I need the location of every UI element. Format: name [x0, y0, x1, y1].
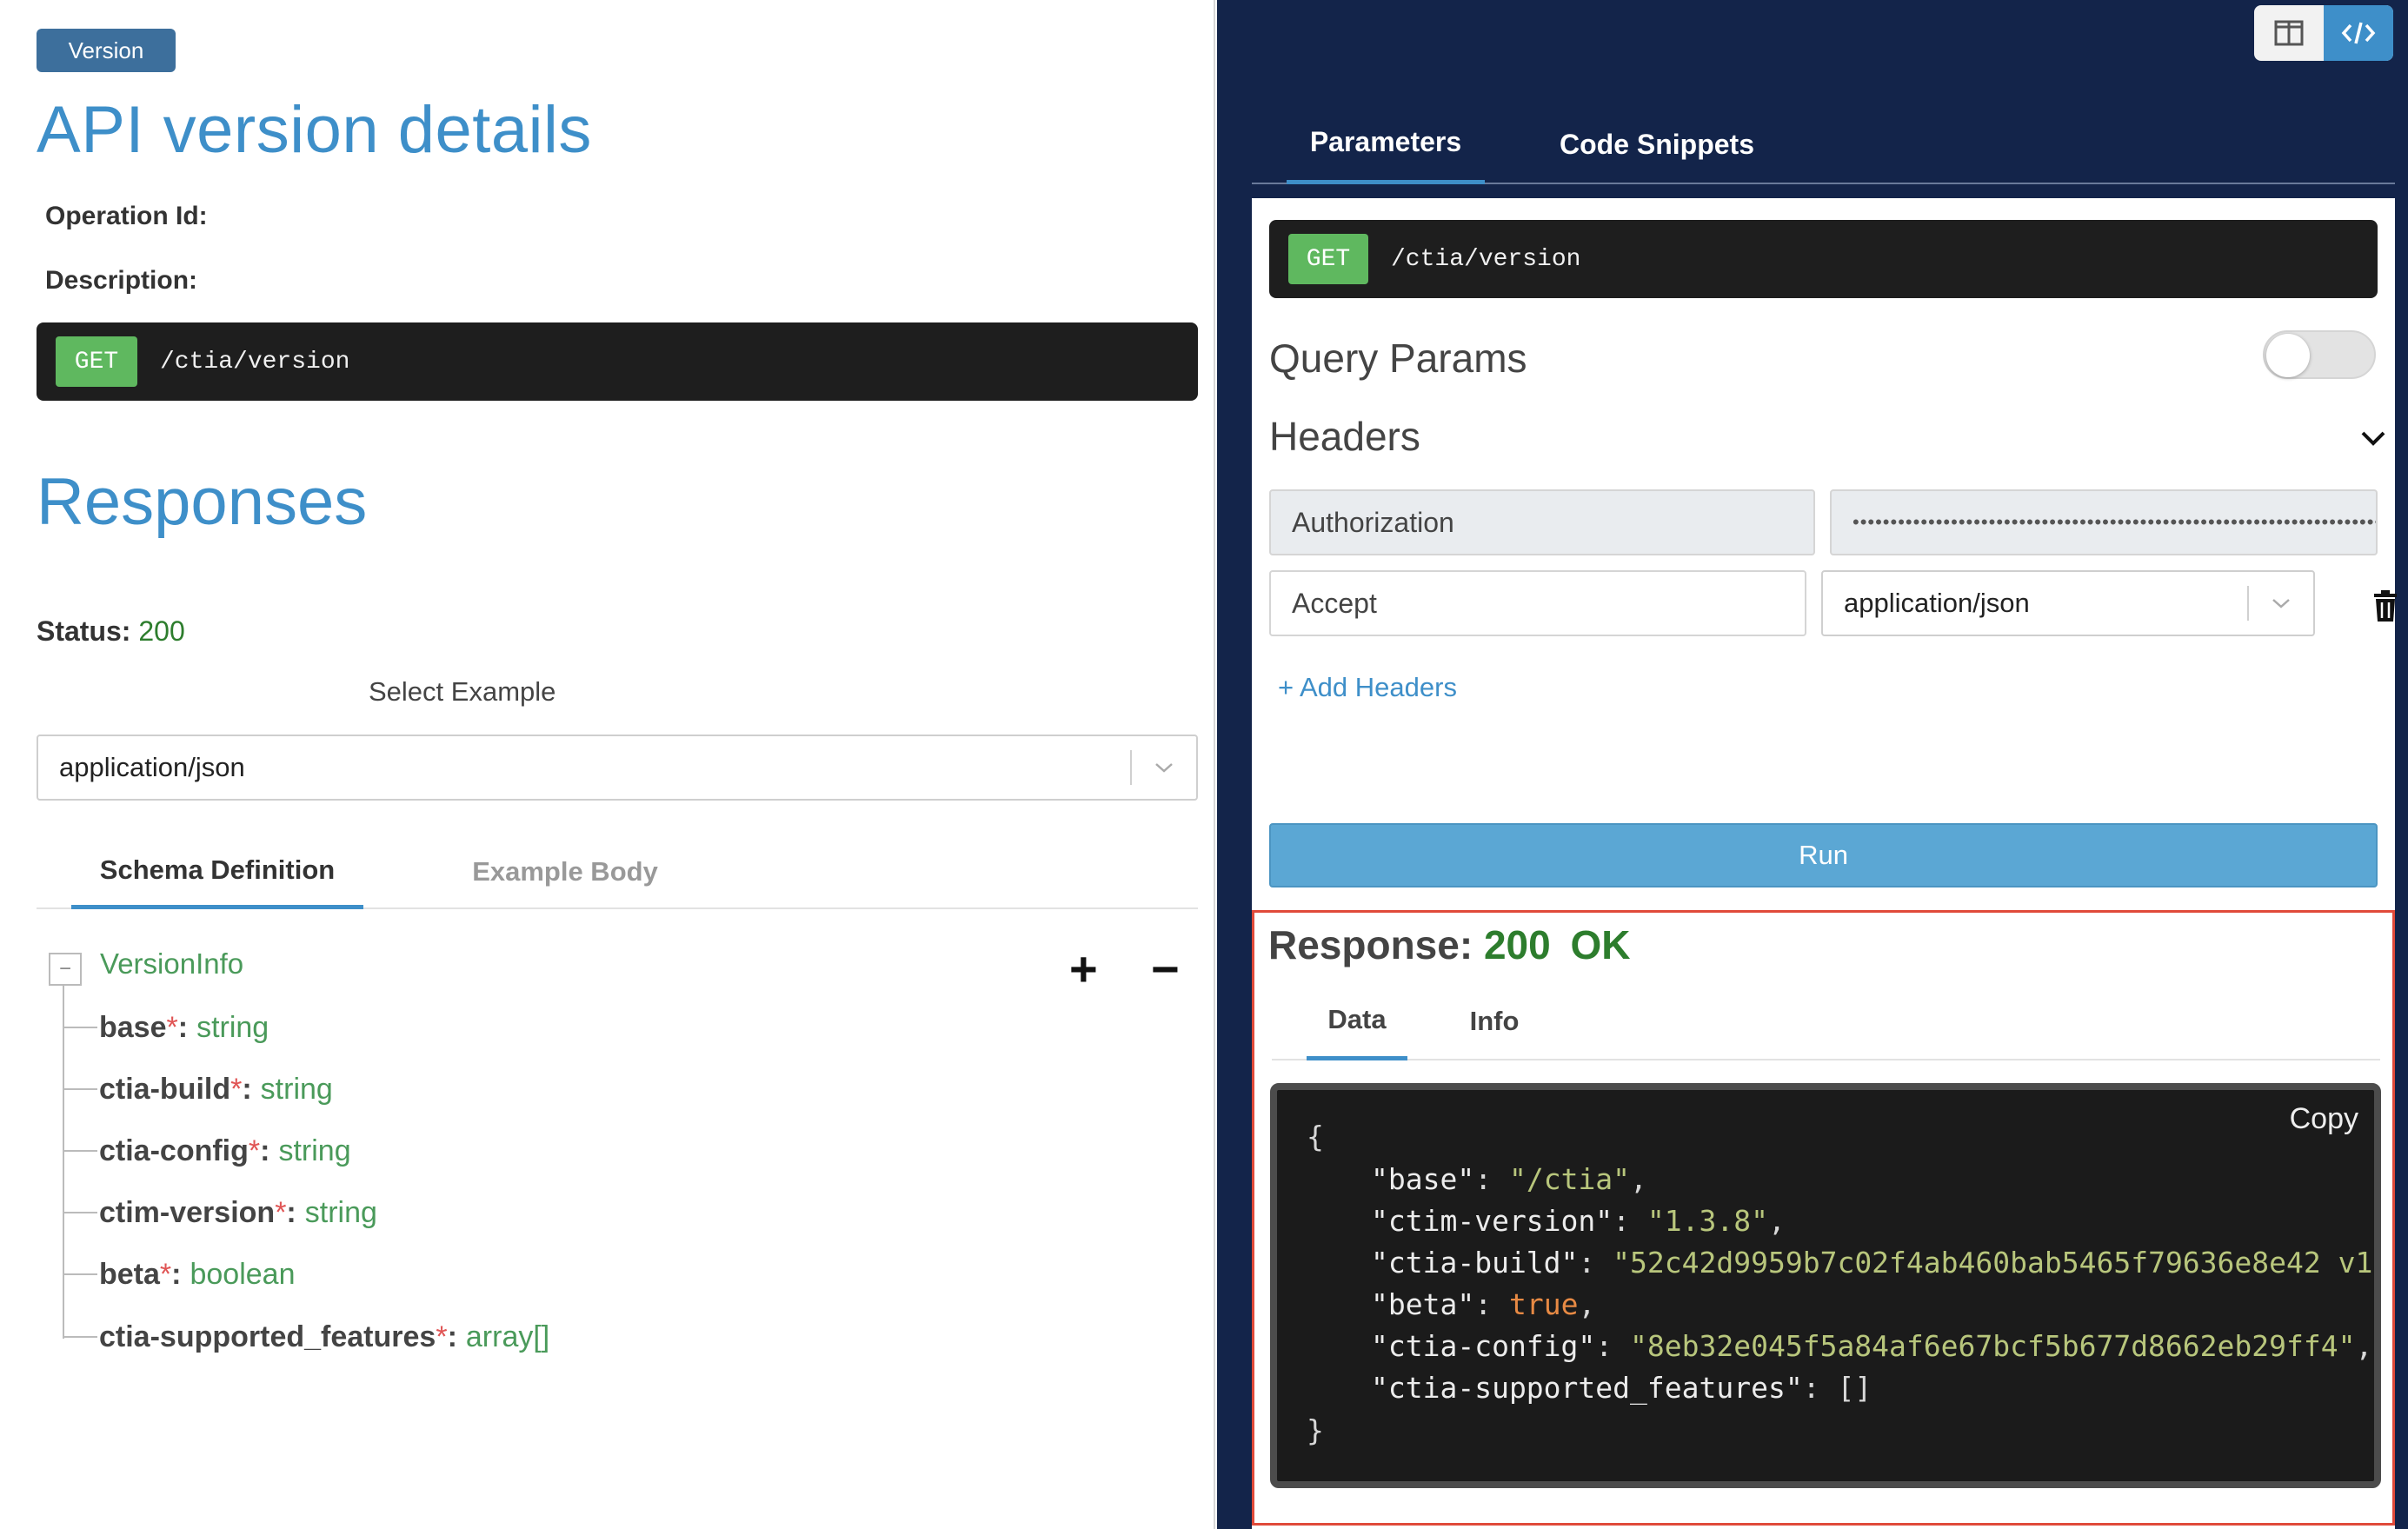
- required-marker: *: [248, 1133, 261, 1167]
- tab-parameters[interactable]: Parameters: [1287, 104, 1485, 184]
- required-marker: *: [166, 1010, 178, 1044]
- operation-id-label: Operation Id:: [45, 202, 208, 230]
- code-line: }: [1307, 1413, 1324, 1447]
- chevron-down-icon[interactable]: [2249, 596, 2313, 610]
- field-name: beta: [99, 1257, 160, 1291]
- field-type: string: [260, 1072, 333, 1106]
- tree-collapse-toggle[interactable]: −: [49, 953, 82, 986]
- field-type: array[]: [465, 1320, 550, 1353]
- required-marker: *: [159, 1257, 172, 1291]
- split-view-icon[interactable]: [2254, 5, 2324, 61]
- header-value-accept-select[interactable]: application/json: [1821, 570, 2315, 636]
- tab-data[interactable]: Data: [1307, 982, 1407, 1060]
- required-marker: *: [230, 1072, 243, 1106]
- schema-field: ctia-config *: string: [63, 1129, 351, 1173]
- endpoint-path: /ctia/version: [160, 348, 350, 376]
- expand-all-button[interactable]: +: [1069, 941, 1098, 997]
- header-value-authorization: ••••••••••••••••••••••••••••••••••••••••…: [1830, 489, 2378, 555]
- code-view-icon[interactable]: [2324, 5, 2393, 61]
- endpoint-bar: GET /ctia/version: [1269, 220, 2378, 298]
- copy-button[interactable]: Copy: [2290, 1102, 2358, 1136]
- code-line: "ctim-version": "1.3.8",: [1371, 1204, 1786, 1238]
- description-label: Description:: [45, 266, 198, 295]
- tab-code-snippets[interactable]: Code Snippets: [1528, 104, 1786, 184]
- code-line: "ctia-supported_features": []: [1371, 1371, 1873, 1405]
- code-line: "ctia-config": "8eb32e045f5a84af6e67bcf5…: [1371, 1329, 2373, 1363]
- endpoint-path: /ctia/version: [1391, 245, 1581, 273]
- parameters-panel: GET /ctia/version Query Params Headers A…: [1252, 198, 2397, 1529]
- method-badge: GET: [56, 336, 137, 387]
- response-label: Response:: [1268, 922, 1473, 967]
- status-line: Status: 200: [37, 615, 185, 648]
- field-name: ctim-version: [99, 1195, 276, 1229]
- status-label: Status:: [37, 615, 131, 647]
- header-value-accept: application/json: [1844, 588, 2030, 618]
- field-type: boolean: [190, 1257, 296, 1291]
- schema-field: ctia-supported_features *: array[]: [63, 1315, 549, 1359]
- collapse-all-button[interactable]: −: [1151, 941, 1180, 997]
- page-title: API version details: [37, 93, 592, 167]
- field-name: ctia-supported_features: [99, 1320, 436, 1353]
- field-name: base: [99, 1010, 167, 1044]
- schema-field: ctia-build *: string: [63, 1067, 333, 1111]
- required-marker: *: [436, 1320, 448, 1353]
- schema-tabs: Schema Definition Example Body: [37, 834, 1198, 909]
- chevron-down-icon[interactable]: [2356, 421, 2391, 455]
- required-marker: *: [275, 1195, 287, 1229]
- field-name: ctia-build: [99, 1072, 231, 1106]
- response-title: Response: 200 OK: [1268, 921, 1630, 968]
- version-badge: Version: [37, 29, 176, 72]
- content-type-value: application/json: [59, 752, 245, 782]
- schema-field: ctim-version *: string: [63, 1191, 377, 1234]
- headers-label: Headers: [1269, 414, 1420, 459]
- chevron-down-icon[interactable]: [1132, 761, 1196, 774]
- response-tabs: Data Info: [1272, 982, 2380, 1060]
- query-params-toggle[interactable]: [2263, 330, 2376, 379]
- field-type: string: [278, 1133, 351, 1167]
- trash-icon[interactable]: [2371, 589, 2399, 622]
- tab-info[interactable]: Info: [1442, 982, 1547, 1060]
- run-button[interactable]: Run: [1269, 823, 2378, 887]
- status-value: 200: [138, 615, 185, 647]
- code-line: "base": "/ctia",: [1371, 1162, 1647, 1196]
- content-type-select[interactable]: application/json: [37, 735, 1198, 801]
- tab-example-body[interactable]: Example Body: [419, 834, 711, 909]
- select-example-label: Select Example: [369, 676, 556, 707]
- view-toggle: [2254, 5, 2393, 61]
- tab-schema-definition[interactable]: Schema Definition: [71, 834, 363, 909]
- endpoint-bar: GET /ctia/version: [37, 322, 1198, 401]
- response-status: OK: [1570, 922, 1631, 967]
- api-doc-pane: Version API version details Operation Id…: [0, 0, 1215, 1529]
- schema-field: base *: string: [63, 1006, 269, 1049]
- responses-title: Responses: [37, 465, 368, 539]
- try-it-pane: Parameters Code Snippets GET /ctia/versi…: [1217, 0, 2408, 1529]
- field-type: string: [304, 1195, 377, 1229]
- field-name: ctia-config: [99, 1133, 249, 1167]
- header-name-authorization: Authorization: [1269, 489, 1815, 555]
- add-headers-link[interactable]: + Add Headers: [1278, 672, 1457, 703]
- code-line: "beta": true,: [1371, 1287, 1596, 1321]
- response-code-block: Copy { "base": "/ctia", "ctim-version": …: [1270, 1083, 2381, 1488]
- tree-root-versioninfo: VersionInfo: [100, 947, 244, 980]
- method-badge: GET: [1288, 234, 1368, 284]
- response-section: Response: 200 OK Data Info Copy { "base"…: [1252, 910, 2395, 1526]
- response-code: 200: [1483, 922, 1551, 967]
- query-params-label: Query Params: [1269, 336, 1527, 381]
- field-type: string: [196, 1010, 269, 1044]
- schema-field: beta *: boolean: [63, 1253, 296, 1296]
- code-line: "ctia-build": "52c42d9959b7c02f4ab460bab…: [1371, 1246, 2373, 1280]
- code-line: {: [1307, 1120, 1324, 1153]
- header-name-accept[interactable]: Accept: [1269, 570, 1806, 636]
- try-it-tabs: Parameters Code Snippets: [1252, 104, 2395, 184]
